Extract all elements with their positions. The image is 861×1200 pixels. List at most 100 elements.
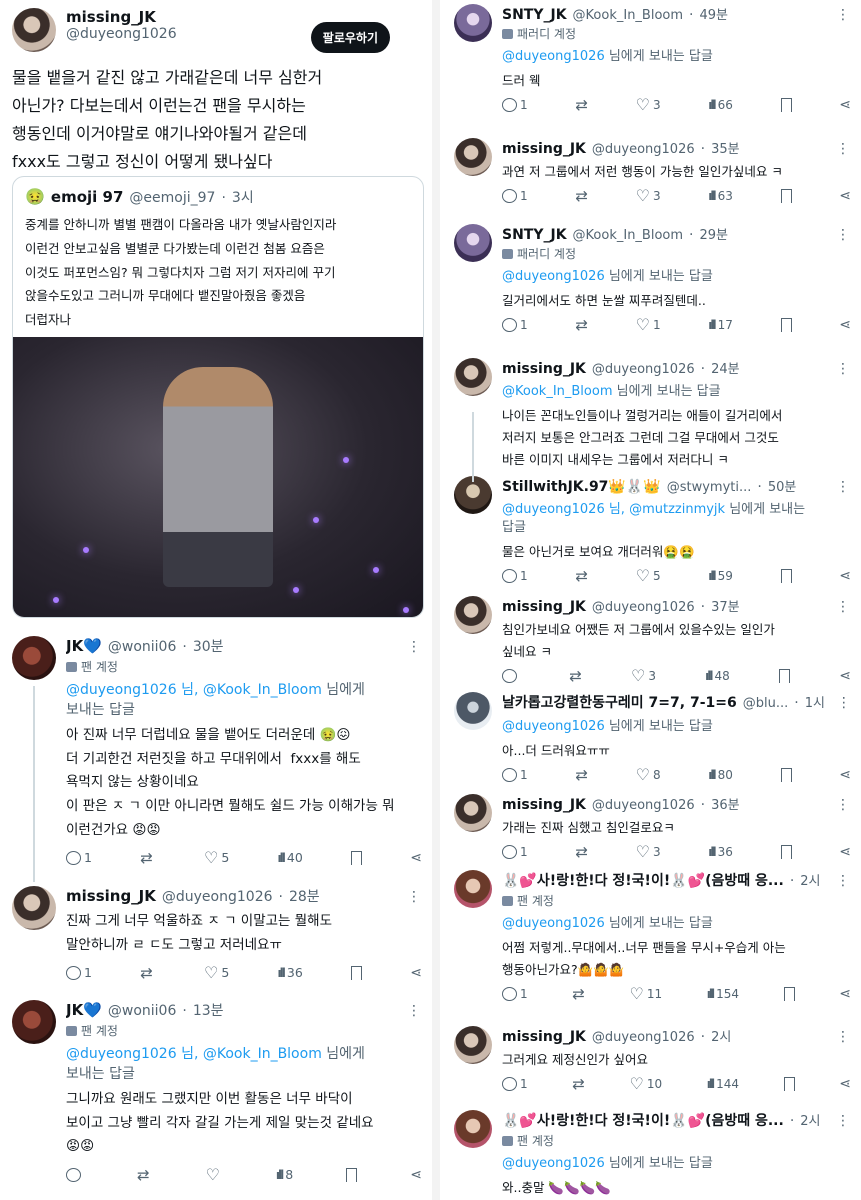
avatar[interactable]	[454, 358, 492, 396]
bookmark-button[interactable]	[783, 1076, 795, 1091]
bookmark-button[interactable]	[351, 965, 363, 980]
like-button[interactable]: ♡ 3	[631, 667, 656, 683]
more-options-icon[interactable]: ⋮	[836, 7, 851, 23]
author-name[interactable]: missing_JK	[502, 797, 586, 813]
reply-post[interactable]: missing_JK @duyeong1026 · 35분 ⋮ 과연 저 그룹에서 저런 …	[454, 138, 851, 203]
more-options-icon[interactable]: ⋮	[836, 227, 851, 243]
more-options-icon[interactable]: ⋮	[836, 599, 851, 615]
retweet-button[interactable]: ⇄	[140, 965, 156, 980]
reply-post[interactable]: missing_JK @duyeong1026 · 28분 ⋮ 진짜 그게 너무…	[12, 886, 422, 980]
reply-button[interactable]: 1	[502, 318, 528, 333]
reply-to-links[interactable]: @duyeong1026	[502, 1156, 605, 1171]
author-handle[interactable]: @duyeong1026	[592, 362, 695, 377]
retweet-button[interactable]: ⇄	[140, 850, 156, 865]
reply-to-links[interactable]: @duyeong1026	[502, 719, 605, 734]
reply-button[interactable]: 1	[502, 188, 528, 203]
like-button[interactable]: ♡ 5	[204, 849, 229, 865]
author-name[interactable]: missing_JK	[502, 599, 586, 615]
bookmark-button[interactable]	[780, 768, 792, 783]
post-time[interactable]: 2시	[711, 1026, 731, 1045]
reply-post[interactable]: missing_JK @duyeong1026 · 37분 ⋮ 침인가보네요 어쨌든 저 …	[454, 596, 851, 683]
like-button[interactable]: ♡ 10	[629, 1075, 662, 1091]
concert-photo[interactable]	[13, 337, 423, 617]
more-options-icon[interactable]: ⋮	[407, 889, 422, 905]
author-name[interactable]: SNTY_JK	[502, 227, 567, 243]
reply-button[interactable]: 1	[66, 850, 92, 865]
share-button[interactable]: ⋖	[410, 851, 422, 865]
retweet-button[interactable]: ⇄	[572, 1076, 585, 1091]
bookmark-button[interactable]	[351, 850, 363, 865]
more-options-icon[interactable]: ⋮	[837, 695, 851, 711]
retweet-button[interactable]: ⇄	[569, 668, 582, 683]
like-button[interactable]: ♡ 1	[636, 317, 661, 333]
reply-to-links[interactable]: @duyeong1026	[502, 916, 605, 931]
author-name[interactable]: missing_JK	[66, 887, 156, 905]
like-button[interactable]: ♡ 5	[204, 964, 229, 980]
author-name[interactable]: missing_JK	[502, 141, 586, 157]
reply-post[interactable]: 날카롭고강렬한동구레미 7=7, 7-1=6 @blu... · 1시 ⋮ @duyeon…	[454, 692, 851, 783]
more-options-icon[interactable]: ⋮	[836, 479, 851, 495]
reply-post[interactable]: 🐰💕사!랑!한!다 정!국!이!🐰💕(음방때 응... · 2시 ⋮ 팬 계정 @duye…	[454, 1110, 851, 1199]
share-button[interactable]: ⋖	[839, 569, 851, 583]
views-button[interactable]: ıll 66	[708, 98, 733, 112]
author-handle[interactable]: @duyeong1026	[592, 1030, 695, 1045]
avatar[interactable]	[454, 794, 492, 832]
author-name[interactable]: 🐰💕사!랑!한!다 정!국!이!🐰💕(음방때 응...	[502, 870, 784, 890]
post-time[interactable]: 13분	[193, 1000, 224, 1020]
reply-post[interactable]: missing_JK @duyeong1026 · 24분 ⋮ @Kook_In_Bloo…	[454, 358, 851, 471]
reply-post[interactable]: StillwithJK.97👑🐰👑 @stwymyti... · 50분 ⋮ @duyeo…	[454, 476, 851, 584]
views-button[interactable]: ıll 40	[278, 850, 303, 865]
share-button[interactable]: ⋖	[839, 318, 851, 332]
author-handle[interactable]: @blu...	[743, 696, 789, 711]
author-name[interactable]: SNTY_JK	[502, 7, 567, 23]
views-button[interactable]: ıll 144	[707, 1077, 739, 1091]
reply-button[interactable]: 1	[502, 1076, 528, 1091]
reply-to-links[interactable]: @duyeong1026 님, @mutzzinmyjk	[502, 502, 725, 517]
share-button[interactable]: ⋖	[839, 189, 851, 203]
avatar[interactable]	[454, 1110, 492, 1148]
reply-button[interactable]: 1	[66, 965, 92, 980]
bookmark-button[interactable]	[780, 318, 792, 333]
avatar[interactable]	[12, 1000, 56, 1044]
avatar[interactable]	[454, 1026, 492, 1064]
reply-button[interactable]: 1	[502, 844, 528, 859]
like-button[interactable]: ♡ 8	[636, 767, 661, 783]
retweet-button[interactable]: ⇄	[572, 986, 585, 1001]
avatar[interactable]	[12, 636, 56, 680]
bookmark-button[interactable]	[780, 569, 792, 584]
reply-button[interactable]: 1	[502, 768, 528, 783]
reply-button[interactable]: 1	[502, 569, 528, 584]
reply-button[interactable]	[502, 668, 520, 683]
reply-post[interactable]: missing_JK @duyeong1026 · 2시 ⋮ 그러게요 제정신인가 싶어요…	[454, 1026, 851, 1091]
avatar[interactable]	[12, 886, 56, 930]
more-options-icon[interactable]: ⋮	[836, 1029, 851, 1045]
post-time[interactable]: 1시	[805, 692, 825, 711]
author-name[interactable]: 날카롭고강렬한동구레미 7=7, 7-1=6	[502, 692, 737, 712]
post-time[interactable]: 2시	[800, 1110, 820, 1129]
author-handle[interactable]: @Kook_In_Bloom	[573, 228, 684, 243]
avatar[interactable]	[12, 8, 56, 52]
reply-to-links[interactable]: @duyeong1026	[502, 269, 605, 284]
author-handle[interactable]: @duyeong1026	[592, 798, 695, 813]
views-button[interactable]: ıll 48	[705, 669, 730, 683]
like-button[interactable]: ♡ 11	[629, 985, 662, 1001]
post-time[interactable]: 29분	[700, 224, 729, 243]
post-time[interactable]: 24분	[711, 358, 740, 377]
more-options-icon[interactable]: ⋮	[836, 797, 851, 813]
more-options-icon[interactable]: ⋮	[407, 1003, 422, 1019]
views-button[interactable]: ıll 63	[708, 189, 733, 203]
author-name[interactable]: missing_JK	[502, 361, 586, 377]
reply-button[interactable]	[66, 1167, 84, 1182]
reply-to-links[interactable]: @duyeong1026 님, @Kook_In_Bloom	[66, 682, 322, 698]
like-button[interactable]: ♡ 3	[636, 187, 661, 203]
views-button[interactable]: ıll 80	[708, 768, 733, 782]
views-button[interactable]: ıll 154	[707, 987, 739, 1001]
retweet-button[interactable]: ⇄	[137, 1167, 153, 1182]
author-handle[interactable]: @stwymyti...	[667, 480, 752, 495]
share-button[interactable]: ⋖	[410, 966, 422, 980]
post-time[interactable]: 30분	[193, 636, 224, 656]
post-time[interactable]: 49분	[700, 4, 729, 23]
quoted-post[interactable]: 🤢 emoji 97 @eemoji_97 · 3시 중계를 안하니까 별별 팬…	[12, 176, 424, 618]
post-time[interactable]: 36분	[711, 794, 740, 813]
retweet-button[interactable]: ⇄	[575, 188, 588, 203]
